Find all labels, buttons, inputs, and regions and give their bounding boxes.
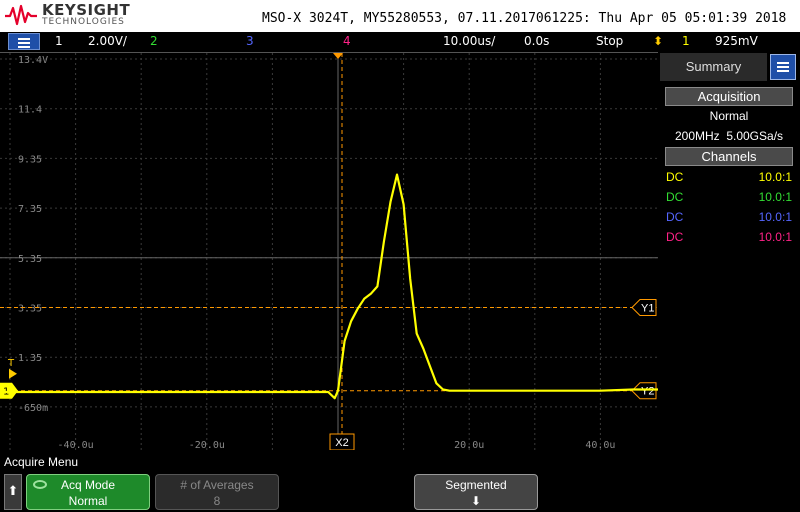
ch1-waveform [0,173,658,400]
main-menu-icon[interactable] [8,33,40,50]
x2-cursor-label: X2 [335,437,348,449]
trigger-level[interactable]: 925mV [715,34,758,48]
keysight-logo-icon [5,4,37,26]
graticule: 13.4V 11.4 9.35 7.35 5.35 3.35 1.35 -650m -40.0u… [0,53,658,450]
trigger-source[interactable]: 1 [682,34,690,48]
x-axis-label: -40.0u [58,440,94,450]
acq-mode-value: Normal [68,494,108,508]
status-bar: 1 2.00V/ 2 3 4 10.00us/ 0.0s Stop ⬍ 1 92… [0,32,800,52]
channel-coupling: DC [666,190,684,204]
channels-header: Channels [665,147,793,166]
averages-softkey[interactable]: # of Averages 8 [155,474,279,510]
x-axis-label: 40.0u [585,440,615,450]
ch1-scale[interactable]: 2.00V/ [88,34,127,48]
channel-probe: 10.0:1 [758,190,792,204]
segmented-softkey[interactable]: Segmented ⬇ [414,474,538,510]
y-axis-label: 5.35 [18,254,42,265]
channel-probe: 10.0:1 [758,210,792,224]
y-axis-label: 7.35 [18,204,42,215]
y1-cursor-label: Y1 [641,303,654,315]
channel-row: DC 10.0:1 [666,170,792,186]
y-axis-label: 13.4V [18,55,48,66]
timebase-scale[interactable]: 10.00us/ [443,34,495,48]
y-axis-label: 9.35 [18,154,42,165]
horizontal-delay[interactable]: 0.0s [524,34,549,48]
header-bar: KEYSIGHT TECHNOLOGIES MSO-X 3024T, MY552… [0,0,800,32]
instrument-info: MSO-X 3024T, MY55280553, 07.11.201706122… [262,11,787,26]
averages-value: 8 [213,494,221,508]
y-axis-label: 11.4 [18,105,42,116]
acquisition-header: Acquisition [665,87,793,106]
trigger-level-icon [9,368,17,379]
y-axis-label: -650m [18,403,48,414]
down-arrow-icon: ⬇ [470,494,482,508]
channel-row: DC 10.0:1 [666,190,792,206]
brand-subtitle: TECHNOLOGIES [42,17,125,27]
channel-coupling: DC [666,230,684,244]
channel-probe: 10.0:1 [758,230,792,244]
waveform-display[interactable]: 13.4V 11.4 9.35 7.35 5.35 3.35 1.35 -650m -40.0u… [0,52,658,450]
acquisition-mode: Normal [709,109,749,123]
trigger-edge-icon: ⬍ [653,34,664,48]
acq-mode-softkey[interactable]: Acq Mode Normal [26,474,150,510]
acq-mode-label: Acq Mode [60,478,116,492]
x-axis-label: 20.0u [454,440,484,450]
ch4-number[interactable]: 4 [343,34,351,48]
ch3-number[interactable]: 3 [246,34,254,48]
channel-coupling: DC [666,170,684,184]
acquisition-rate-line: 200MHz 5.00GSa/s [661,129,797,143]
back-arrow-icon[interactable]: ⬆ [4,474,22,510]
averages-label: # of Averages [180,478,254,492]
acquisition-bandwidth: 200MHz [674,129,720,143]
y-axis-label: 1.35 [18,353,42,364]
acquisition-sample-rate: 5.00GSa/s [726,129,784,143]
ch1-number[interactable]: 1 [55,34,63,48]
x-axis-label: -20.0u [189,440,225,450]
tab-summary[interactable]: Summary [660,53,767,81]
channel-row: DC 10.0:1 [666,230,792,246]
y2-cursor-label: Y2 [641,386,654,398]
channel-coupling: DC [666,210,684,224]
sidebar-menu-icon[interactable] [770,54,796,80]
channel-probe: 10.0:1 [758,170,792,184]
y-axis-label: 3.35 [18,304,42,315]
channel-row: DC 10.0:1 [666,210,792,226]
menu-title: Acquire Menu [4,455,79,469]
ch2-number[interactable]: 2 [150,34,158,48]
segmented-label: Segmented [445,478,507,492]
trigger-level-label: T [7,358,15,369]
run-state: Stop [596,34,624,48]
